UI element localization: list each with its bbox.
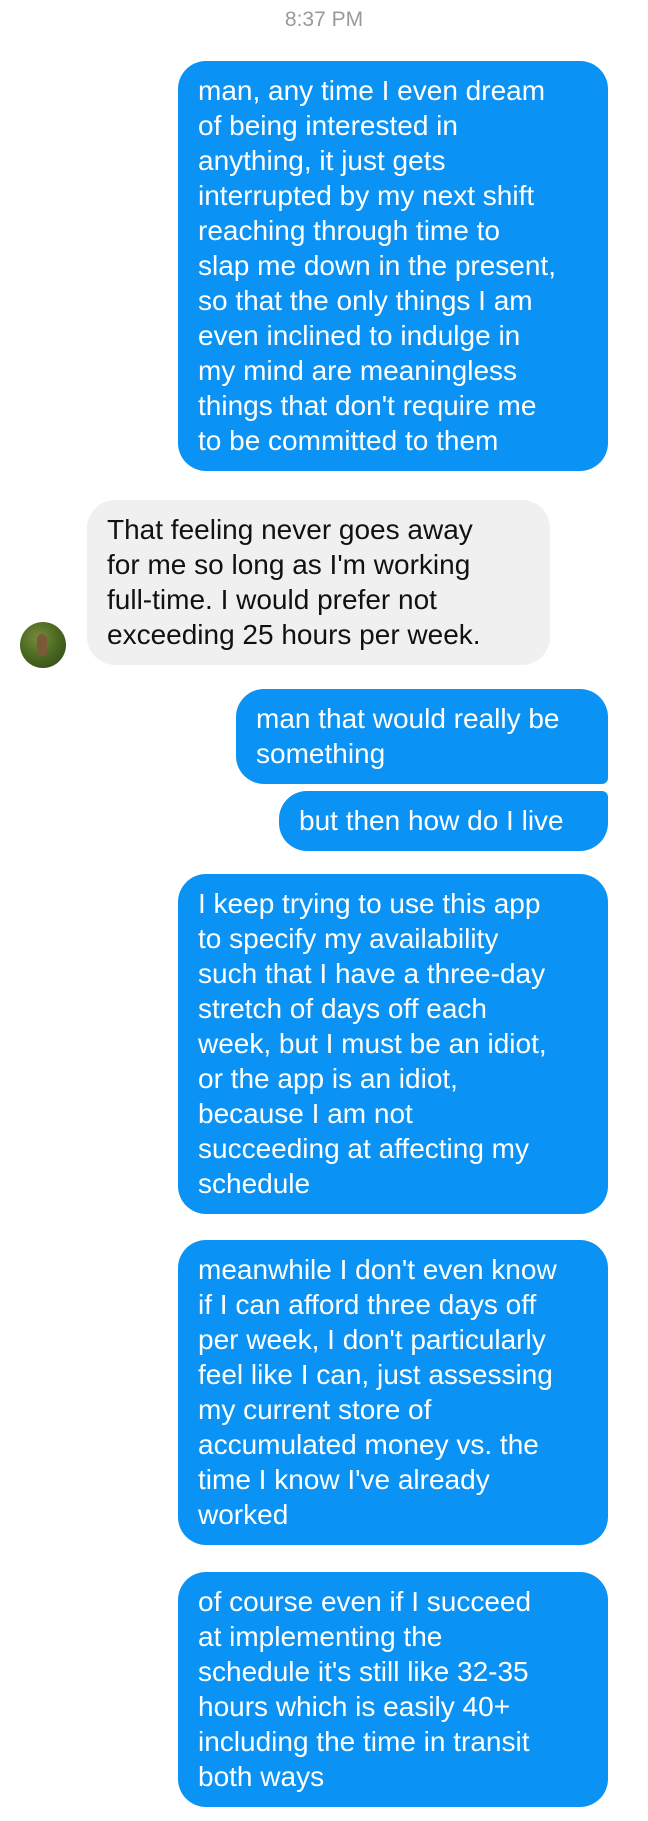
message-text-line: at implementing the — [198, 1621, 443, 1652]
message-text-line: succeeding at affecting my — [198, 1133, 530, 1164]
message-text-line: per week, I don't particularly — [198, 1324, 546, 1355]
outgoing-message[interactable]: man that would really be something — [236, 689, 608, 784]
message-text-line: worked — [198, 1499, 289, 1530]
outgoing-message[interactable]: of course even if I succeed at implement… — [178, 1572, 608, 1807]
message-text-line: I keep trying to use this app — [198, 888, 541, 919]
message-text-line: things that don't require me — [198, 390, 537, 421]
message-text-line: of course even if I succeed — [198, 1586, 532, 1617]
message-text-line: schedule — [198, 1168, 311, 1199]
incoming-message[interactable]: That feeling never goes away for me so l… — [87, 500, 550, 665]
contact-avatar[interactable] — [20, 622, 66, 668]
message-text-line: week, but I must be an idiot, — [198, 1028, 547, 1059]
outgoing-message[interactable]: but then how do I live — [279, 791, 608, 851]
message-text-line: meanwhile I don't even know — [198, 1254, 557, 1285]
message-text-line: to specify my availability — [198, 923, 499, 954]
message-text-line: my current store of — [198, 1394, 432, 1425]
message-text-line: to be committed to them — [198, 425, 499, 456]
outgoing-message[interactable]: man, any time I even dream of being inte… — [178, 61, 608, 471]
message-text-line: but then how do I live — [299, 805, 564, 836]
message-text-line: or the app is an idiot, — [198, 1063, 458, 1094]
message-text-line: time I know I've already — [198, 1464, 490, 1495]
message-text-line: anything, it just gets — [198, 145, 446, 176]
message-text-line: man, any time I even dream — [198, 75, 546, 106]
message-text-line: so that the only things I am — [198, 285, 533, 316]
outgoing-message[interactable]: I keep trying to use this app to specify… — [178, 874, 608, 1214]
message-text-line: interrupted by my next shift — [198, 180, 535, 211]
message-text-line: because I am not — [198, 1098, 413, 1129]
message-text-line: if I can afford three days off — [198, 1289, 537, 1320]
message-text-line: for me so long as I'm working — [107, 549, 471, 580]
message-text-line: reaching through time to — [198, 215, 500, 246]
message-text-line: man that would really be — [256, 703, 560, 734]
avatar-figure-icon — [37, 634, 47, 656]
message-text-line: slap me down in the present, — [198, 250, 556, 281]
message-text-line: including the time in transit — [198, 1726, 530, 1757]
message-text-line: such that I have a three-day — [198, 958, 546, 989]
message-text-line: accumulated money vs. the — [198, 1429, 539, 1460]
message-text-line: full-time. I would prefer not — [107, 584, 437, 615]
message-text-line: of being interested in — [198, 110, 458, 141]
message-text-line: stretch of days off each — [198, 993, 487, 1024]
message-text-line: exceeding 25 hours per week. — [107, 619, 481, 650]
conversation-timestamp: 8:37 PM — [284, 8, 364, 31]
message-text-line: That feeling never goes away — [107, 514, 473, 545]
message-text-line: my mind are meaningless — [198, 355, 518, 386]
message-text-line: feel like I can, just assessing — [198, 1359, 553, 1390]
message-text-line: schedule it's still like 32-35 — [198, 1656, 529, 1687]
outgoing-message[interactable]: meanwhile I don't even know if I can aff… — [178, 1240, 608, 1545]
message-text-line: even inclined to indulge in — [198, 320, 521, 351]
message-text-line: both ways — [198, 1761, 325, 1792]
message-text-line: hours which is easily 40+ — [198, 1691, 511, 1722]
message-text-line: something — [256, 738, 386, 769]
